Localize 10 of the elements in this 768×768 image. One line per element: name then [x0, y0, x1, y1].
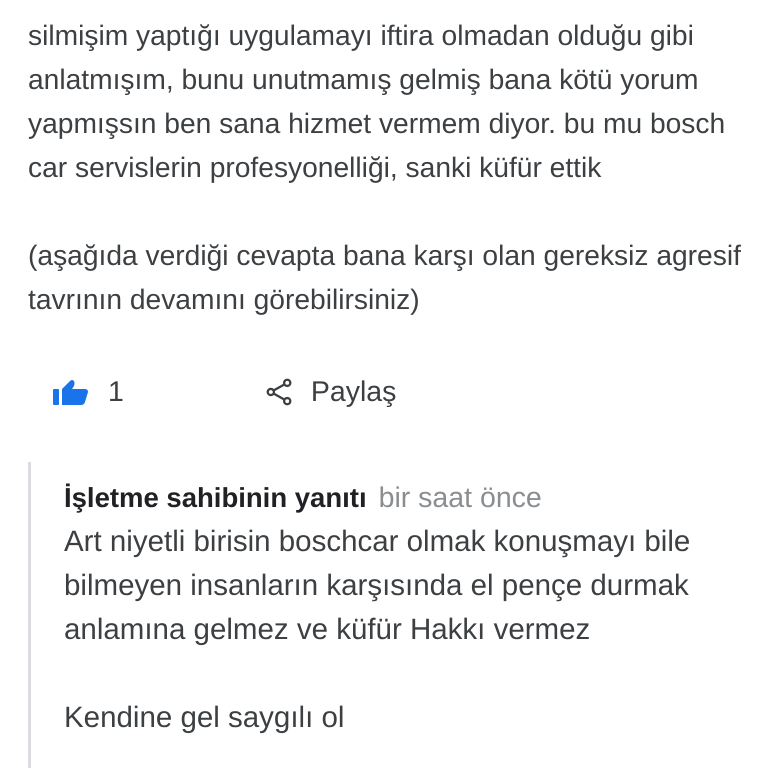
thumbs-up-icon [53, 379, 88, 405]
share-button[interactable]: Paylaş [266, 376, 396, 408]
review-text: silmişim yaptığı uygulamayı iftira olmadan olduğu gibi anlatmışım, bunu unutmamış gelmiş bana kötü yorum yapmışsın ben sana hizmet vermem diyor. bu mu bosch car servislerin profesyonelliği, sanki küfür ettik [28, 18, 726, 185]
reply-text: Art niyetli birisin boschcar olmak konuşmayı bile bilmeyen insanların karşısında el pençe durmak anlamına gelmez ve küfür Hakkı vermez [64, 524, 692, 648]
share-icon [266, 378, 293, 406]
reply-text: Kendine gel saygılı ol [64, 700, 346, 736]
reply-time: bir saat önce [378, 481, 542, 516]
review-text: (aşağıda verdiği cevapta bana karşı olan gereksiz agresif tavrının devamını görebilirsiniz) [28, 238, 742, 317]
reply-title: İşletme sahibinin yanıtı [64, 481, 367, 515]
like-button[interactable]: 1 [53, 376, 124, 408]
